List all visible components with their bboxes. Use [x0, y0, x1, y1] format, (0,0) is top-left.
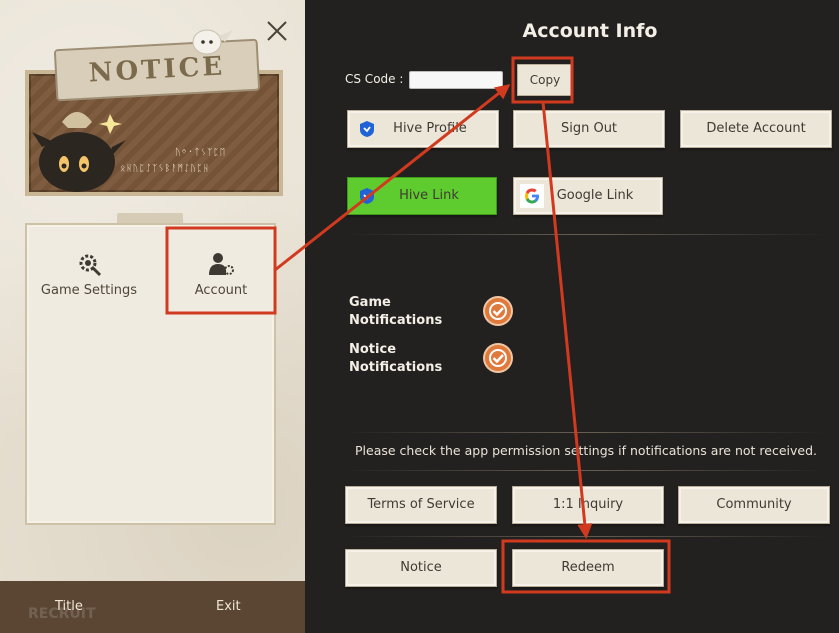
page-title: Account Info	[522, 20, 658, 42]
hive-shield-icon	[360, 188, 374, 204]
section-divider	[345, 470, 825, 471]
button-label: Hive Link	[399, 188, 459, 203]
hive-link-button[interactable]: Hive Link	[347, 177, 497, 215]
terms-of-service-button[interactable]: Terms of Service	[345, 486, 497, 524]
redeem-button[interactable]: Redeem	[512, 549, 664, 587]
notice-notifications-toggle[interactable]	[485, 345, 511, 371]
user-gear-icon	[209, 253, 234, 275]
hive-shield-icon	[360, 121, 374, 137]
button-label: Google Link	[556, 188, 634, 203]
notice-notifications-label: Notice Notifications	[349, 342, 443, 375]
sign-out-button[interactable]: Sign Out	[513, 110, 665, 148]
account-info-panel: Account Info CS Code : Copy Hive Profile…	[305, 0, 839, 633]
menu-item-game-settings[interactable]: Game Settings	[27, 229, 151, 313]
menu-card: Game Settings Account	[25, 223, 276, 525]
notice-button[interactable]: Notice	[345, 549, 497, 587]
section-divider	[345, 234, 825, 235]
small-mascot-icon	[192, 29, 233, 55]
game-notifications-label: Game Notifications	[349, 295, 443, 328]
menu-item-label: Account	[194, 283, 248, 298]
menu-item-label: Game Settings	[40, 283, 138, 298]
exit-button[interactable]: Exit	[216, 599, 241, 614]
notice-side-panel: NOTICE ᚢᛜ᛫ᛏᛊᛉᛈᛖ ᛟᚺᚢᛈᛇᛉᛊᛒᚨᛗᛇᚢᛈᚺ Game Sett…	[0, 0, 305, 633]
google-link-button[interactable]: Google Link	[513, 177, 663, 215]
mascot-character-icon	[32, 112, 126, 192]
check-icon	[489, 349, 507, 367]
button-label: Hive Profile	[393, 121, 467, 136]
community-button[interactable]: Community	[678, 486, 830, 524]
background-ghost-text: RECRUIT	[28, 606, 96, 622]
cs-code-field[interactable]	[409, 71, 503, 89]
section-divider	[345, 536, 825, 537]
banner-runes: ᚢᛜ᛫ᛏᛊᛉᛈᛖ	[175, 148, 227, 158]
delete-account-button[interactable]: Delete Account	[680, 110, 832, 148]
cs-code-label: CS Code :	[345, 72, 404, 86]
menu-item-account[interactable]: Account	[159, 229, 283, 313]
banner-runes: ᛟᚺᚢᛈᛇᛉᛊᛒᚨᛗᛇᚢᛈᚺ	[120, 164, 210, 174]
inquiry-button[interactable]: 1:1 Inquiry	[512, 486, 664, 524]
gear-wrench-icon	[79, 254, 102, 277]
close-icon[interactable]	[262, 16, 292, 46]
copy-button[interactable]: Copy	[517, 64, 573, 96]
check-icon	[489, 302, 507, 320]
permission-note: Please check the app permission settings…	[355, 443, 817, 458]
game-notifications-toggle[interactable]	[485, 298, 511, 324]
hive-profile-button[interactable]: Hive Profile	[347, 110, 499, 148]
google-g-icon	[520, 184, 544, 208]
section-divider	[345, 432, 825, 433]
